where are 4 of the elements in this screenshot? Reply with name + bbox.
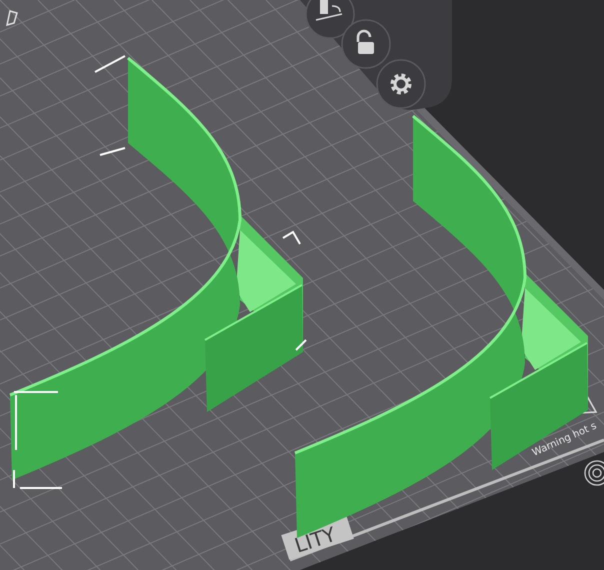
- trapezoid-icon: [6, 10, 18, 26]
- settings-button[interactable]: [376, 59, 426, 109]
- lay-flat-button[interactable]: [305, 0, 355, 39]
- lock-button[interactable]: [341, 19, 391, 69]
